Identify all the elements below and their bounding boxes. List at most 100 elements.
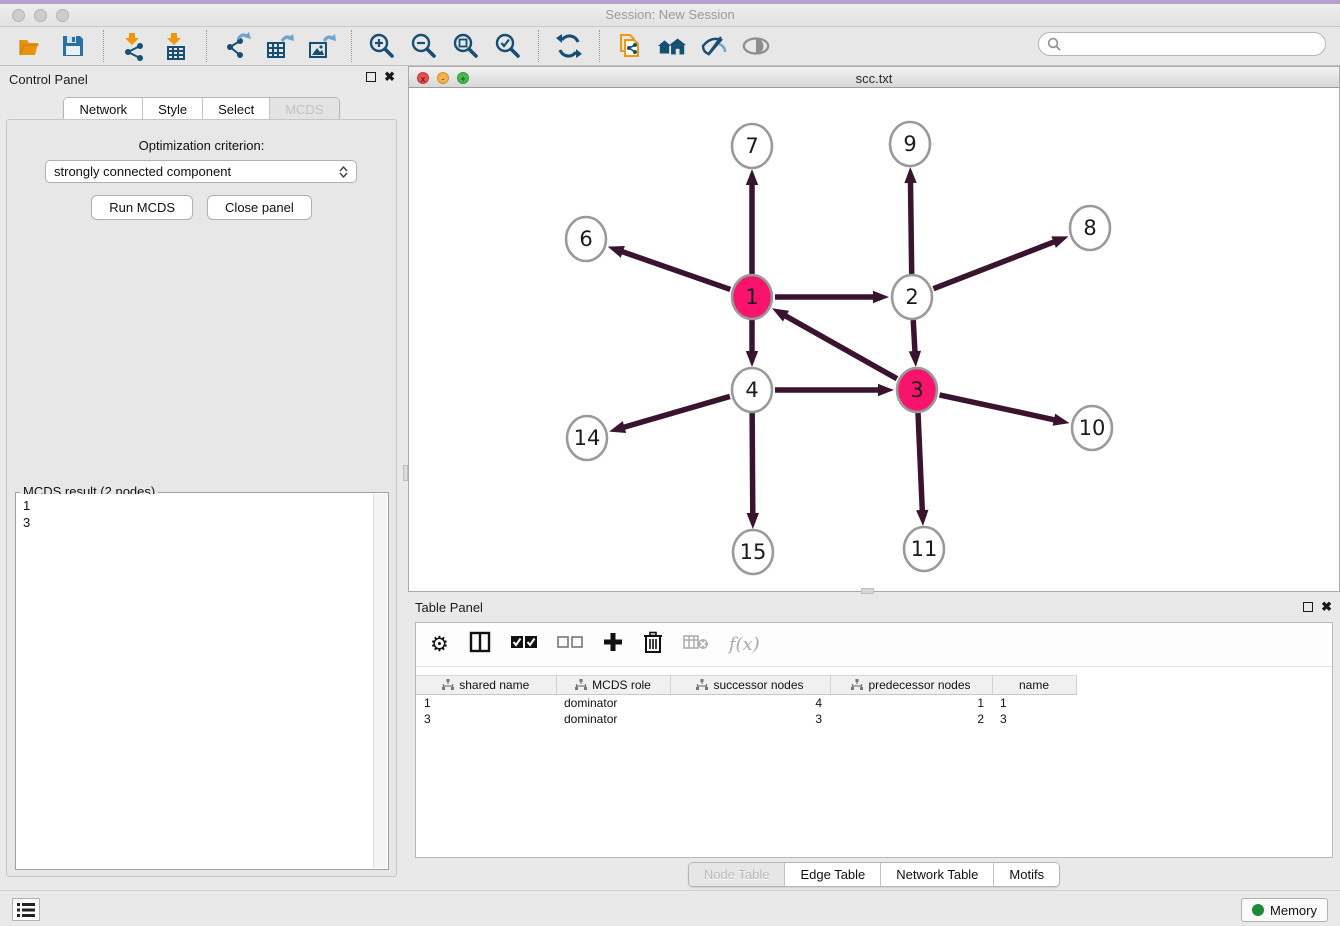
graph-edge[interactable] <box>939 395 1055 420</box>
column-header-successor-nodes[interactable]: successor nodes <box>670 676 830 695</box>
apply-layout-icon[interactable] <box>554 31 584 61</box>
delete-columns-icon[interactable] <box>643 631 663 658</box>
column-header-predecessor-nodes[interactable]: predecessor nodes <box>830 676 992 695</box>
table-options-icon[interactable]: ⚙ <box>430 632 449 657</box>
table-row[interactable]: 3 dominator 3 2 3 <box>416 711 1076 727</box>
cell-name[interactable]: 3 <box>992 711 1076 727</box>
cell-mcds-role[interactable]: dominator <box>556 711 670 727</box>
cell-predecessor-nodes[interactable]: 1 <box>830 695 992 711</box>
column-type-icon <box>696 679 708 691</box>
result-scrollbar[interactable] <box>373 494 387 868</box>
control-panel-title: Control Panel <box>9 72 88 87</box>
deselect-all-columns-icon[interactable] <box>557 635 583 654</box>
show-hide-view-icon[interactable] <box>741 31 771 61</box>
graph-edge[interactable] <box>623 396 730 427</box>
tab-network-table[interactable]: Network Table <box>881 863 994 886</box>
float-panel-icon[interactable] <box>366 72 376 82</box>
run-mcds-button[interactable]: Run MCDS <box>91 195 193 220</box>
mcds-result-text[interactable]: 1 3 <box>17 494 373 868</box>
tab-motifs[interactable]: Motifs <box>994 863 1059 886</box>
show-columns-icon[interactable] <box>469 631 491 658</box>
search-input[interactable] <box>1061 35 1325 53</box>
graph-edge-arrowhead <box>873 291 889 303</box>
close-panel-icon[interactable]: ✖ <box>384 72 395 82</box>
tab-node-table[interactable]: Node Table <box>689 863 786 886</box>
tab-select[interactable]: Select <box>203 98 270 121</box>
window-top-edge <box>0 0 1340 4</box>
export-table-icon[interactable] <box>264 31 294 61</box>
column-header-shared-name[interactable]: shared name <box>416 676 556 695</box>
graph-node-label: 15 <box>740 540 767 564</box>
memory-status-icon <box>1252 904 1264 916</box>
table-tabbar: Node Table Edge Table Network Table Moti… <box>688 862 1060 887</box>
graph-node-label: 11 <box>911 537 938 561</box>
cell-successor-nodes[interactable]: 3 <box>670 711 830 727</box>
graph-edge[interactable] <box>784 315 897 379</box>
tab-mcds[interactable]: MCDS <box>270 98 338 121</box>
table-toolbar: ⚙ f(x) <box>416 623 1332 667</box>
graph-edge-arrowhead <box>909 351 921 367</box>
add-column-icon[interactable] <box>603 632 623 657</box>
zoom-in-icon[interactable] <box>367 31 397 61</box>
import-network-icon[interactable] <box>119 31 149 61</box>
network-window-titlebar[interactable]: x - + scc.txt <box>408 66 1340 88</box>
tab-network[interactable]: Network <box>64 98 143 121</box>
graph-node-label: 1 <box>745 285 758 309</box>
result-line: 1 <box>23 497 367 514</box>
network-graph[interactable]: 1234678910111415 <box>409 88 1339 590</box>
horizontal-splitter-handle[interactable] <box>861 588 874 594</box>
node-table[interactable]: shared name MCDS role successor nodes pr… <box>416 675 1077 727</box>
zoom-out-icon[interactable] <box>409 31 439 61</box>
column-type-icon <box>575 679 587 691</box>
select-all-columns-icon[interactable] <box>511 635 537 654</box>
column-header-name[interactable]: name <box>992 676 1076 695</box>
search-box[interactable] <box>1038 32 1326 56</box>
graph-edge[interactable] <box>621 251 730 289</box>
graph-edge-arrowhead <box>1053 414 1070 426</box>
graph-edge[interactable] <box>933 241 1055 288</box>
graph-node-label: 2 <box>905 285 918 309</box>
graph-edge-arrowhead <box>916 510 928 526</box>
save-session-icon[interactable] <box>58 31 88 61</box>
export-network-icon[interactable] <box>222 31 252 61</box>
open-session-icon[interactable] <box>16 31 46 61</box>
float-table-panel-icon[interactable] <box>1303 602 1313 612</box>
cell-mcds-role[interactable]: dominator <box>556 695 670 711</box>
toolbar-separator <box>599 30 600 62</box>
mcds-result-group: MCDS result (2 nodes) 1 3 <box>15 492 389 870</box>
cell-successor-nodes[interactable]: 4 <box>670 695 830 711</box>
show-hide-style-icon[interactable] <box>699 31 729 61</box>
graph-edge[interactable] <box>910 181 911 274</box>
zoom-fit-icon[interactable] <box>451 31 481 61</box>
zoom-selected-icon[interactable] <box>493 31 523 61</box>
cell-predecessor-nodes[interactable]: 2 <box>830 711 992 727</box>
clone-network-icon[interactable] <box>615 31 645 61</box>
tab-style[interactable]: Style <box>143 98 203 121</box>
memory-button[interactable]: Memory <box>1241 898 1328 922</box>
show-all-networks-icon[interactable] <box>657 31 687 61</box>
control-panel: Control Panel ✖ Network Style Select MCD… <box>0 66 403 890</box>
graph-edge[interactable] <box>918 413 922 512</box>
graph-node-label: 7 <box>745 134 758 158</box>
import-table-icon[interactable] <box>161 31 191 61</box>
network-window-title: scc.txt <box>409 71 1339 86</box>
graph-edge-arrowhead <box>1051 236 1068 248</box>
close-table-panel-icon[interactable]: ✖ <box>1321 602 1332 612</box>
column-header-mcds-role[interactable]: MCDS role <box>556 676 670 695</box>
window-titlebar: Session: New Session <box>0 0 1340 27</box>
optimization-criterion-select[interactable]: strongly connected component <box>45 160 357 183</box>
close-panel-button[interactable]: Close panel <box>207 195 312 220</box>
cell-name[interactable]: 1 <box>992 695 1076 711</box>
tab-edge-table[interactable]: Edge Table <box>785 863 881 886</box>
list-icon <box>17 903 35 917</box>
graph-edge[interactable] <box>752 413 753 515</box>
cell-shared-name[interactable]: 3 <box>416 711 556 727</box>
function-builder-icon: f(x) <box>729 634 760 655</box>
export-image-icon[interactable] <box>306 31 336 61</box>
task-history-button[interactable] <box>12 898 40 921</box>
table-row[interactable]: 1 dominator 4 1 1 <box>416 695 1076 711</box>
cell-shared-name[interactable]: 1 <box>416 695 556 711</box>
graph-edge[interactable] <box>913 320 915 353</box>
network-canvas[interactable]: 1234678910111415 <box>408 88 1340 592</box>
control-panel-header: Control Panel ✖ <box>0 66 403 94</box>
